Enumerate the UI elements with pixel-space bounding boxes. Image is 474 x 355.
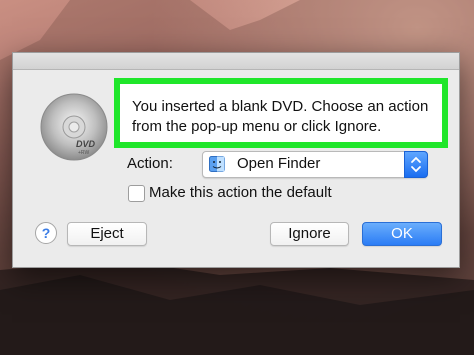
ok-button[interactable]: OK — [362, 222, 442, 246]
dialog-message: You inserted a blank DVD. Choose an acti… — [132, 98, 429, 135]
dvd-icon-text: DVD — [76, 139, 96, 149]
action-label: Action: — [127, 155, 173, 172]
finder-icon — [209, 156, 225, 172]
help-button[interactable]: ? — [35, 222, 57, 244]
default-action-checkbox-label[interactable]: Make this action the default — [149, 184, 332, 201]
action-popup-value: Open Finder — [237, 155, 321, 172]
default-action-checkbox[interactable] — [128, 185, 145, 202]
chevron-updown-icon — [411, 156, 421, 173]
dialog-titlebar — [13, 53, 459, 70]
ignore-button[interactable]: Ignore — [270, 222, 349, 246]
dvd-inserted-dialog: DVD +RW You inserted a blank DVD. Choose… — [12, 52, 460, 268]
action-popup-menu[interactable]: Open Finder — [202, 151, 428, 178]
message-highlight-box: You inserted a blank DVD. Choose an acti… — [114, 78, 448, 148]
eject-button[interactable]: Eject — [67, 222, 147, 246]
dvd-icon-subtext: +RW — [78, 150, 89, 156]
popup-stepper[interactable] — [404, 151, 428, 178]
dvd-disc-icon: DVD +RW — [40, 93, 108, 161]
